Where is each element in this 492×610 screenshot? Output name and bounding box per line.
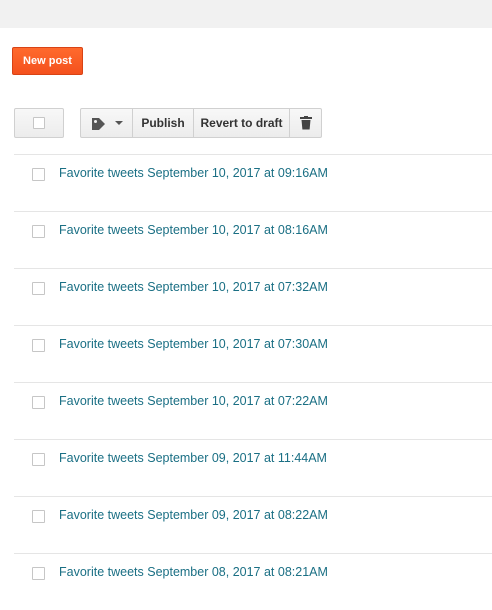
new-post-button[interactable]: New post (12, 47, 83, 75)
post-row: Favorite tweets September 08, 2017 at 08… (14, 553, 492, 610)
post-title-link[interactable]: Favorite tweets September 09, 2017 at 11… (59, 451, 327, 465)
post-row: Favorite tweets September 10, 2017 at 08… (14, 211, 492, 268)
post-select-checkbox[interactable] (32, 339, 45, 352)
post-title-link[interactable]: Favorite tweets September 08, 2017 at 08… (59, 565, 328, 579)
post-title-link[interactable]: Favorite tweets September 10, 2017 at 08… (59, 223, 328, 237)
post-row: Favorite tweets September 10, 2017 at 07… (14, 382, 492, 439)
post-list: Favorite tweets September 10, 2017 at 09… (14, 154, 492, 610)
post-select-checkbox[interactable] (32, 510, 45, 523)
caret-down-icon (115, 121, 123, 125)
post-title-link[interactable]: Favorite tweets September 10, 2017 at 07… (59, 337, 328, 351)
post-select-checkbox[interactable] (32, 453, 45, 466)
top-bar (0, 0, 492, 28)
post-row: Favorite tweets September 09, 2017 at 08… (14, 496, 492, 553)
trash-icon (300, 116, 312, 130)
post-select-checkbox[interactable] (32, 168, 45, 181)
select-all-checkbox-button[interactable] (14, 108, 64, 138)
post-select-checkbox[interactable] (32, 225, 45, 238)
post-select-checkbox[interactable] (32, 282, 45, 295)
tag-icon (92, 118, 105, 130)
label-dropdown-button[interactable] (80, 108, 133, 138)
publish-button[interactable]: Publish (132, 108, 194, 138)
post-row: Favorite tweets September 09, 2017 at 11… (14, 439, 492, 496)
post-title-link[interactable]: Favorite tweets September 10, 2017 at 07… (59, 280, 328, 294)
post-title-link[interactable]: Favorite tweets September 09, 2017 at 08… (59, 508, 328, 522)
post-row: Favorite tweets September 10, 2017 at 09… (14, 154, 492, 211)
post-title-link[interactable]: Favorite tweets September 10, 2017 at 09… (59, 166, 328, 180)
post-select-checkbox[interactable] (32, 567, 45, 580)
revert-to-draft-button[interactable]: Revert to draft (193, 108, 290, 138)
post-row: Favorite tweets September 10, 2017 at 07… (14, 325, 492, 382)
delete-button[interactable] (289, 108, 322, 138)
select-all-checkbox[interactable] (33, 117, 45, 129)
post-row: Favorite tweets September 10, 2017 at 07… (14, 268, 492, 325)
post-select-checkbox[interactable] (32, 396, 45, 409)
post-title-link[interactable]: Favorite tweets September 10, 2017 at 07… (59, 394, 328, 408)
